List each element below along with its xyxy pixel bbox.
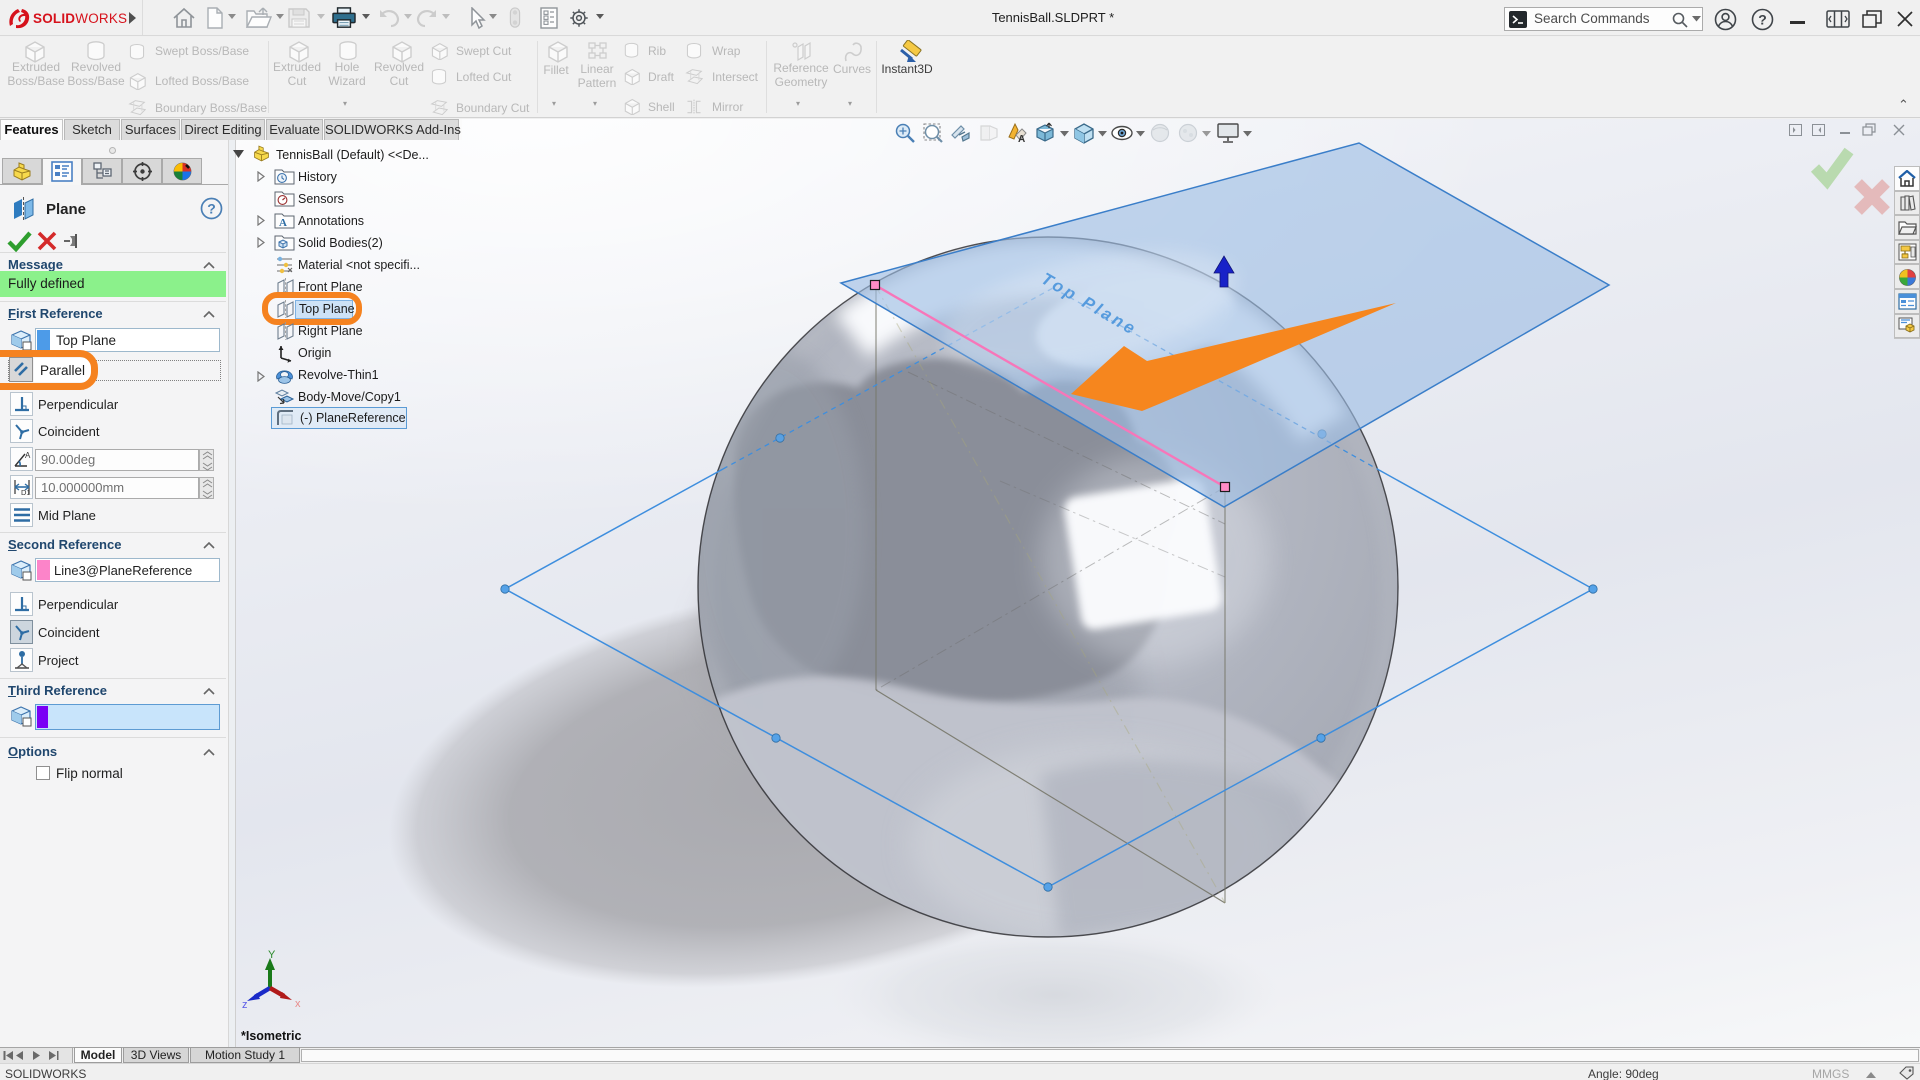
svg-text:?: ?	[207, 201, 216, 217]
svg-text:x: x	[295, 998, 301, 1010]
svg-text:?: ?	[1758, 12, 1767, 28]
svg-text:z: z	[242, 999, 248, 1010]
svg-text:D1: D1	[21, 488, 31, 497]
svg-text:A: A	[25, 451, 31, 460]
svg-text:A: A	[1018, 134, 1025, 145]
svg-text:Y: Y	[268, 949, 276, 961]
